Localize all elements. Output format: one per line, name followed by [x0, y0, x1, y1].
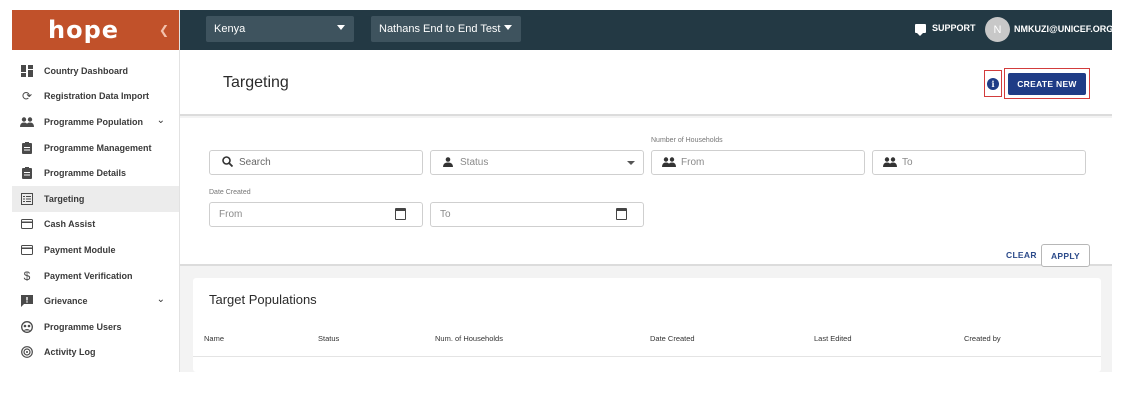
households-from-input[interactable]: From	[651, 150, 865, 175]
sidebar-item-label: Grievance	[44, 296, 88, 307]
support-link[interactable]: SUPPORT	[915, 23, 976, 36]
search-icon	[220, 155, 234, 170]
page-title: Targeting	[223, 74, 289, 91]
caret-down-icon	[504, 25, 512, 30]
clipboard-icon	[20, 166, 34, 180]
date-to-placeholder: To	[440, 209, 451, 220]
calendar-icon[interactable]	[395, 208, 406, 220]
chevron-down-icon[interactable]: ⌄	[157, 294, 165, 305]
programme-select-value: Nathans End to End Test	[379, 23, 501, 35]
search-input[interactable]: Search	[209, 150, 423, 175]
logo-bar: hope ❮	[12, 10, 179, 50]
search-placeholder: Search	[239, 157, 271, 168]
sidebar-item-targeting[interactable]: Targeting	[12, 185, 179, 212]
status-placeholder: Status	[460, 157, 489, 168]
column-header-last-edited[interactable]: Last Edited	[814, 334, 852, 343]
sidebar-item-cash-assist[interactable]: Cash Assist	[12, 212, 179, 238]
dashboard-icon	[20, 64, 34, 78]
support-label: SUPPORT	[932, 23, 976, 33]
date-from-placeholder: From	[219, 209, 243, 220]
sidebar-item-grievance[interactable]: Grievance ⌄	[12, 288, 179, 314]
top-bar: Kenya Nathans End to End Test SUPPORT N …	[180, 10, 1112, 50]
sidebar-item-label: Programme Management	[44, 142, 152, 153]
people-icon	[662, 156, 676, 170]
sidebar-nav: Country Dashboard ⟳ Registration Data Im…	[12, 50, 179, 365]
refresh-icon: ⟳	[21, 89, 33, 104]
households-label: Number of Households	[651, 137, 723, 144]
sidebar-item-programme-users[interactable]: Programme Users	[12, 314, 179, 340]
avatar[interactable]: N	[985, 17, 1010, 42]
clear-button[interactable]: CLEAR	[1006, 250, 1037, 260]
table-title: Target Populations	[209, 292, 317, 307]
date-created-label: Date Created	[209, 189, 251, 196]
column-header-name[interactable]: Name	[204, 334, 224, 343]
sidebar-item-registration-data-import[interactable]: ⟳ Registration Data Import	[12, 84, 179, 110]
create-highlight: CREATE NEW	[1004, 68, 1090, 99]
apply-button[interactable]: APPLY	[1041, 244, 1090, 267]
users-icon	[20, 320, 34, 334]
sidebar: hope ❮ Country Dashboard ⟳ Registration …	[12, 10, 180, 372]
info-icon[interactable]: i	[987, 77, 999, 90]
user-email[interactable]: NMKUZI@UNICEF.ORG	[1014, 24, 1112, 34]
caret-down-icon	[627, 161, 635, 165]
info-highlight: i	[984, 70, 1002, 97]
app-frame: hope ❮ Country Dashboard ⟳ Registration …	[12, 10, 1112, 372]
households-to-input[interactable]: To	[872, 150, 1086, 175]
column-header-households[interactable]: Num. of Households	[435, 334, 503, 343]
dollar-icon: $	[23, 268, 31, 283]
card-icon	[20, 217, 34, 231]
sidebar-item-label: Country Dashboard	[44, 65, 129, 76]
chat-icon	[915, 23, 926, 36]
sidebar-item-programme-details[interactable]: Programme Details	[12, 160, 179, 186]
sidebar-item-label: Programme Details	[44, 168, 127, 179]
person-icon	[441, 156, 455, 170]
calendar-icon[interactable]	[616, 208, 627, 220]
households-to-placeholder: To	[902, 157, 913, 168]
caret-down-icon	[337, 25, 345, 30]
chevron-left-icon[interactable]: ❮	[159, 23, 169, 37]
create-new-button[interactable]: CREATE NEW	[1008, 72, 1086, 95]
app-root: hope ❮ Country Dashboard ⟳ Registration …	[0, 0, 1140, 413]
sidebar-item-label: Activity Log	[44, 347, 96, 358]
clipboard-icon	[20, 141, 34, 155]
sidebar-item-payment-module[interactable]: Payment Module	[12, 237, 179, 263]
column-header-status[interactable]: Status	[318, 334, 339, 343]
header-divider	[193, 356, 1101, 357]
status-select[interactable]: Status	[430, 150, 644, 175]
list-icon	[20, 192, 34, 206]
sidebar-item-label: Cash Assist	[44, 219, 96, 230]
column-header-date-created[interactable]: Date Created	[650, 334, 695, 343]
date-from-input[interactable]: From	[209, 202, 423, 227]
sidebar-item-activity-log[interactable]: Activity Log	[12, 340, 179, 366]
programme-select[interactable]: Nathans End to End Test	[371, 16, 521, 42]
people-icon	[883, 156, 897, 170]
sidebar-item-programme-population[interactable]: Programme Population ⌄	[12, 109, 179, 135]
sidebar-item-programme-management[interactable]: Programme Management	[12, 135, 179, 161]
activity-icon	[20, 345, 34, 359]
filters-panel: Search Status Number of Households From …	[180, 118, 1112, 267]
sidebar-item-label: Programme Population	[44, 116, 144, 127]
feedback-icon	[20, 294, 34, 308]
hope-logo: hope	[48, 16, 120, 44]
date-to-input[interactable]: To	[430, 202, 644, 227]
households-from-placeholder: From	[681, 157, 705, 168]
sidebar-item-label: Payment Verification	[44, 270, 133, 281]
page-header: Targeting i CREATE NEW	[180, 50, 1112, 116]
card-icon	[20, 243, 34, 257]
column-header-created-by[interactable]: Created by	[964, 334, 1001, 343]
people-icon	[20, 115, 34, 129]
sidebar-item-payment-verification[interactable]: $ Payment Verification	[12, 263, 179, 289]
country-select[interactable]: Kenya	[206, 16, 354, 42]
sidebar-item-label: Targeting	[44, 193, 85, 204]
country-select-value: Kenya	[214, 23, 246, 35]
sidebar-item-country-dashboard[interactable]: Country Dashboard	[12, 58, 179, 84]
sidebar-item-label: Programme Users	[44, 321, 122, 332]
chevron-down-icon[interactable]: ⌄	[157, 115, 165, 126]
sidebar-item-label: Payment Module	[44, 244, 116, 255]
sidebar-item-label: Registration Data Import	[44, 91, 150, 102]
target-populations-table: Target Populations Name Status Num. of H…	[193, 278, 1101, 372]
